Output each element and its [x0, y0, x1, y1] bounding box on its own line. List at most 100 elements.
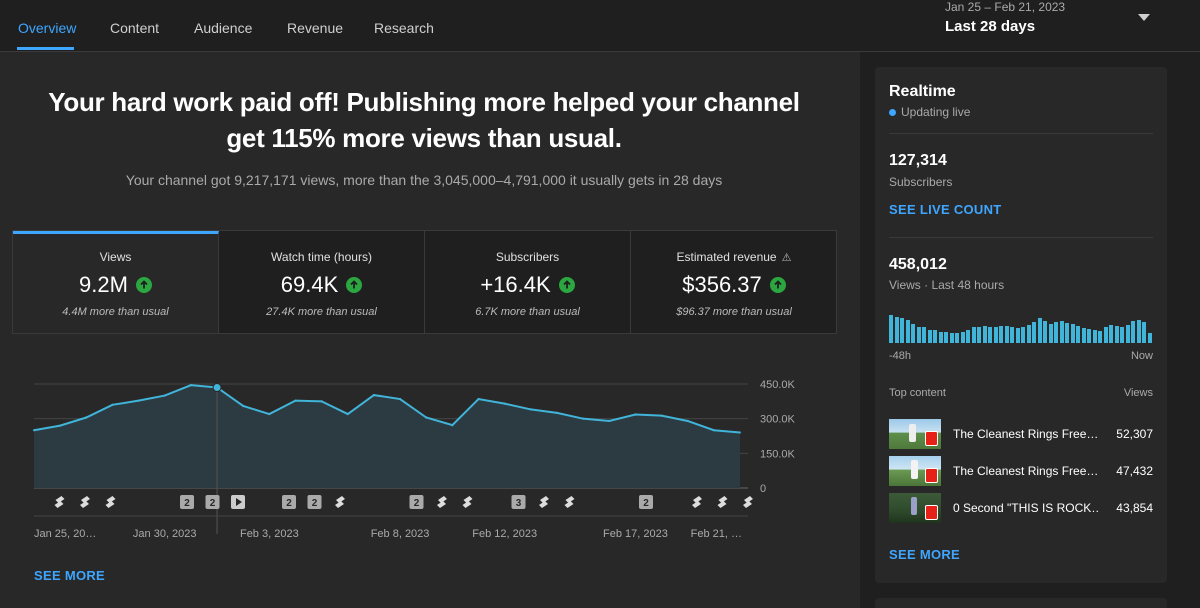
metric-label: Watch time (hours) — [271, 250, 372, 264]
hourly-view-bar — [949, 332, 954, 343]
data-point — [712, 429, 716, 432]
see-more-button[interactable]: SEE MORE — [34, 568, 105, 583]
hourly-view-bar — [1098, 331, 1102, 343]
data-point — [738, 431, 742, 434]
hourly-view-bar — [1131, 321, 1135, 343]
data-point — [32, 429, 36, 432]
date-range-selector[interactable]: Jan 25 – Feb 21, 2023 Last 28 days — [945, 0, 1065, 35]
shorts-upload-icon — [54, 496, 65, 508]
hourly-view-bar — [944, 332, 948, 343]
data-point — [686, 419, 689, 423]
hourly-view-bar — [955, 332, 959, 343]
data-point — [503, 402, 506, 405]
data-point — [58, 424, 62, 427]
top-content-row[interactable]: The Cleanest Rings Free… 52,307 — [889, 419, 1153, 449]
performance-subheadline: Your channel got 9,217,171 views, more t… — [125, 172, 723, 188]
data-point — [634, 413, 637, 416]
hourly-view-bar — [1037, 318, 1042, 343]
hourly-view-bar — [1092, 330, 1097, 343]
metric-value: +16.4K — [480, 272, 551, 297]
live-dot-icon — [889, 108, 896, 116]
shorts-upload-icon — [692, 496, 702, 508]
hourly-view-bar — [927, 329, 932, 343]
hourly-view-bar — [1120, 326, 1124, 343]
video-thumbnail — [889, 419, 941, 449]
metric-label: Subscribers — [495, 250, 560, 264]
upload-count-label: 2 — [414, 498, 420, 509]
data-point — [85, 416, 88, 419]
video-views: 52,307 — [1116, 427, 1153, 441]
next-card — [875, 598, 1167, 608]
warning-triangle-icon[interactable]: ⚠ — [782, 251, 792, 264]
upload-count-label: 2 — [312, 498, 318, 509]
trend-up-icon — [346, 277, 363, 293]
x-tick-label: Feb 3, 2023 — [240, 528, 299, 540]
realtime-views-count: 458,012 — [889, 256, 947, 273]
data-point — [555, 411, 559, 415]
data-point — [477, 397, 480, 401]
video-views: 43,854 — [1116, 501, 1153, 515]
hourly-view-bar — [1081, 328, 1086, 343]
hourly-view-bar — [1103, 326, 1108, 343]
metric-comparison: 27.4K more than usual — [266, 306, 377, 318]
hourly-views-bars[interactable] — [889, 313, 1153, 343]
hourly-view-bar — [1032, 322, 1036, 343]
see-more-button[interactable]: SEE MORE — [889, 547, 960, 562]
trend-up-icon — [769, 277, 786, 293]
headline-line-2: get 115% more views than usual. — [226, 123, 622, 153]
dropdown-caret-icon[interactable] — [1138, 14, 1150, 21]
hourly-view-bar — [938, 331, 943, 343]
metric-card-subscribers[interactable]: Subscribers +16.4K 6.7K more than usual — [425, 231, 631, 333]
data-point — [451, 423, 454, 427]
metric-comparison: $96.37 more than usual — [676, 306, 792, 318]
metric-comparison: 6.7K more than usual — [475, 306, 580, 318]
hourly-view-bar — [1125, 325, 1130, 343]
upload-count-label: 2 — [210, 498, 216, 509]
video-views: 47,432 — [1116, 464, 1153, 478]
hourly-view-bar — [1070, 324, 1075, 343]
shorts-upload-icon — [564, 496, 575, 508]
metric-card-views[interactable]: Views 9.2M 4.4M more than usual — [13, 231, 219, 333]
data-point — [268, 412, 271, 416]
top-content-views-heading: Views — [1123, 387, 1153, 399]
hourly-view-bar — [1114, 325, 1119, 343]
hourly-view-bar — [933, 330, 937, 343]
tab-research[interactable]: Research — [374, 20, 434, 36]
upload-count-label: 2 — [643, 498, 649, 509]
data-point — [346, 412, 349, 416]
y-tick-label: 300.0K — [760, 414, 796, 426]
subscriber-count: 127,314 — [889, 152, 947, 169]
see-live-count-link[interactable]: SEE LIVE COUNT — [889, 202, 1002, 217]
top-content-row[interactable]: The Cleanest Rings Free… 47,432 — [889, 456, 1153, 486]
views-chart[interactable]: 450.0K 300.0K 150.0K 0 2 2 2 2 2 3 2 Jan 25, 20… Jan… — [12, 334, 837, 594]
metric-card-watch-time[interactable]: Watch time (hours) 69.4K 27.4K more than… — [219, 231, 425, 333]
hourly-view-bar — [916, 326, 921, 343]
video-thumbnail — [889, 493, 941, 523]
metric-card-revenue[interactable]: Estimated revenue ⚠ $356.37 $96.37 more t… — [631, 231, 837, 333]
hourly-view-bar — [1054, 322, 1058, 343]
data-point-highlight — [212, 382, 222, 392]
tab-revenue[interactable]: Revenue — [287, 20, 343, 36]
tab-overview[interactable]: Overview — [18, 20, 76, 36]
subscriber-label: Subscribers — [889, 175, 953, 189]
y-tick-label: 150.0K — [760, 448, 796, 460]
data-point — [320, 400, 323, 403]
video-thumbnail — [889, 456, 941, 486]
divider — [889, 133, 1153, 134]
data-point — [529, 408, 533, 411]
top-bar: Overview Content Audience Revenue Resear… — [0, 0, 1200, 52]
realtime-title: Realtime — [889, 83, 956, 100]
hourly-view-bar — [900, 318, 904, 343]
active-tab-indicator — [17, 47, 74, 50]
top-content-row[interactable]: 0 Second "THIS IS ROCK… 43,854 — [889, 493, 1153, 523]
hourly-view-bar — [911, 324, 915, 343]
hourly-view-bar — [1010, 326, 1014, 343]
hourly-view-bar — [1015, 328, 1020, 343]
tab-content[interactable]: Content — [110, 20, 159, 36]
hourly-view-bar — [1076, 325, 1080, 343]
hourly-view-bar — [894, 316, 899, 343]
metric-value: 69.4K — [280, 272, 339, 297]
tab-audience[interactable]: Audience — [194, 20, 252, 36]
overview-main-panel: Your hard work paid off! Publishing more… — [0, 52, 860, 608]
views-chart-svg: 450.0K 300.0K 150.0K 0 2 2 2 2 2 3 2 Jan 25, 20… Jan… — [32, 379, 796, 540]
